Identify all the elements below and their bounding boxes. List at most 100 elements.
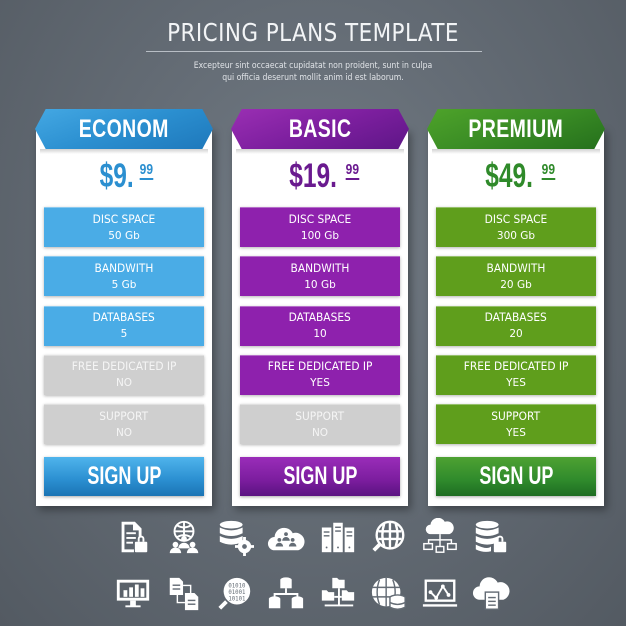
feature-label: DATABASES	[92, 311, 156, 325]
folder-network-icon	[317, 573, 359, 615]
feature-list: DISC SPACE 50 Gb BANDWITH 5 Gb DATABASES 5 …	[44, 207, 204, 453]
feature-value: NO	[115, 377, 133, 390]
feature-support: SUPPORT NO	[240, 404, 400, 445]
feature-disc-space: DISC SPACE 300 Gb	[436, 207, 596, 247]
svg-text:01001: 01001	[229, 590, 247, 596]
feature-label: DATABASES	[288, 311, 352, 325]
icon-row: 01010 01001 10101	[112, 573, 512, 615]
icon-row	[112, 516, 512, 558]
feature-value: 5	[120, 328, 128, 341]
feature-label: DISC SPACE	[92, 212, 156, 226]
feature-value: 50 Gb	[108, 229, 140, 242]
plan-name: PREMIUM	[468, 114, 564, 143]
plan-header: BASIC	[231, 109, 409, 149]
monitor-chart-icon	[112, 573, 154, 615]
feature-value: 20	[509, 328, 523, 341]
cloud-document-icon	[470, 573, 512, 615]
feature-label: FREE DEDICATED IP	[71, 360, 177, 374]
plan-price: $19. 99	[232, 158, 408, 194]
price-cents: 99	[541, 161, 555, 180]
feature-value: YES	[310, 377, 330, 390]
feature-free-ip: FREE DEDICATED IP YES	[436, 354, 596, 395]
title-divider	[146, 51, 482, 52]
signup-button-econom[interactable]: SIGN UP	[44, 457, 204, 496]
feature-value: 300 Gb	[496, 229, 536, 242]
price-main: $9.	[99, 157, 134, 195]
plan-name: BASIC	[288, 114, 352, 143]
feature-label: BANDWITH	[290, 261, 350, 275]
feature-label: FREE DEDICATED IP	[463, 360, 569, 374]
price-main: $49.	[484, 157, 533, 195]
feature-label: SUPPORT	[99, 409, 149, 423]
subtitle-line: qui officia deserunt mollit anim id est …	[222, 72, 404, 83]
ribbon-shadow	[40, 149, 208, 154]
feature-databases: DATABASES 10	[240, 305, 400, 346]
signup-label: SIGN UP	[86, 462, 161, 490]
ribbon-shadow	[236, 149, 404, 154]
plan-card-econom: ECONOM $9. 99 DISC SPACE 50 Gb BANDWITH 5 …	[35, 109, 213, 506]
feature-label: DATABASES	[484, 311, 548, 325]
feature-bandwith: BANDWITH 10 Gb	[240, 256, 400, 297]
database-lock-icon	[470, 516, 512, 558]
feature-label: SUPPORT	[295, 409, 345, 423]
server-rack-icon	[317, 516, 359, 558]
svg-text:10101: 10101	[229, 597, 247, 603]
feature-databases: DATABASES 20	[436, 305, 596, 346]
globe-search-icon	[368, 516, 410, 558]
document-lock-icon	[112, 516, 154, 558]
page-title: PRICING PLANS TEMPLATE	[167, 18, 459, 47]
plan-card-basic: BASIC $19. 99 DISC SPACE 100 Gb BANDWITH 1…	[231, 109, 409, 506]
feature-support: SUPPORT YES	[436, 404, 596, 445]
plan-name: ECONOM	[78, 114, 170, 143]
feature-value: YES	[506, 426, 526, 439]
feature-label: BANDWITH	[94, 261, 154, 275]
feature-value: NO	[115, 426, 133, 439]
database-gear-icon	[214, 516, 256, 558]
feature-label: BANDWITH	[486, 261, 546, 275]
feature-list: DISC SPACE 100 Gb BANDWITH 10 Gb DATABASES…	[240, 207, 400, 453]
subtitle-line: Excepteur sint occaecat cupidatat non pr…	[193, 61, 433, 71]
feature-bandwith: BANDWITH 20 Gb	[436, 256, 596, 297]
feature-value: NO	[311, 426, 329, 439]
signup-button-basic[interactable]: SIGN UP	[240, 457, 400, 496]
feature-free-ip: FREE DEDICATED IP YES	[240, 354, 400, 395]
feature-disc-space: DISC SPACE 50 Gb	[44, 207, 204, 247]
price-cents: 99	[139, 161, 154, 180]
feature-value: 20 Gb	[500, 278, 532, 291]
plan-price: $49. 99	[428, 158, 604, 194]
documents-transfer-icon	[163, 573, 205, 615]
ribbon-shadow	[432, 149, 600, 154]
cloud-users-icon	[265, 516, 307, 558]
feature-value: YES	[506, 377, 526, 390]
feature-bandwith: BANDWITH 5 Gb	[44, 256, 204, 297]
feature-databases: DATABASES 5	[44, 305, 204, 346]
signup-label: SIGN UP	[478, 462, 553, 490]
feature-list: DISC SPACE 300 Gb BANDWITH 20 Gb DATABASES…	[436, 207, 596, 453]
feature-value: 5 Gb	[111, 278, 137, 291]
globe-database-icon	[368, 573, 410, 615]
feature-value: 10	[313, 328, 327, 341]
signup-button-premium[interactable]: SIGN UP	[436, 457, 596, 496]
feature-label: FREE DEDICATED IP	[267, 360, 373, 374]
globe-users-icon	[163, 516, 205, 558]
plan-header: ECONOM	[35, 109, 213, 149]
price-main: $19.	[288, 157, 337, 195]
price-cents: 99	[345, 161, 359, 180]
feature-label: DISC SPACE	[288, 212, 352, 226]
feature-free-ip: FREE DEDICATED IP NO	[44, 354, 204, 395]
feature-value: 10 Gb	[304, 278, 336, 291]
plan-card-premium: PREMIUM $49. 99 DISC SPACE 300 Gb BANDWIT…	[427, 109, 605, 506]
feature-support: SUPPORT NO	[44, 404, 204, 445]
database-network-icon	[265, 573, 307, 615]
page-subtitle: Excepteur sint occaecat cupidatat non pr…	[31, 61, 594, 84]
feature-label: SUPPORT	[491, 409, 541, 423]
plan-price: $9. 99	[36, 158, 212, 194]
laptop-graph-icon	[419, 573, 461, 615]
cloud-network-icon	[419, 516, 461, 558]
signup-label: SIGN UP	[282, 462, 357, 490]
feature-label: DISC SPACE	[484, 212, 548, 226]
feature-disc-space: DISC SPACE 100 Gb	[240, 207, 400, 247]
plan-header: PREMIUM	[427, 109, 605, 149]
svg-text:01010: 01010	[229, 583, 247, 589]
binary-search-icon: 01010 01001 10101	[214, 573, 256, 615]
